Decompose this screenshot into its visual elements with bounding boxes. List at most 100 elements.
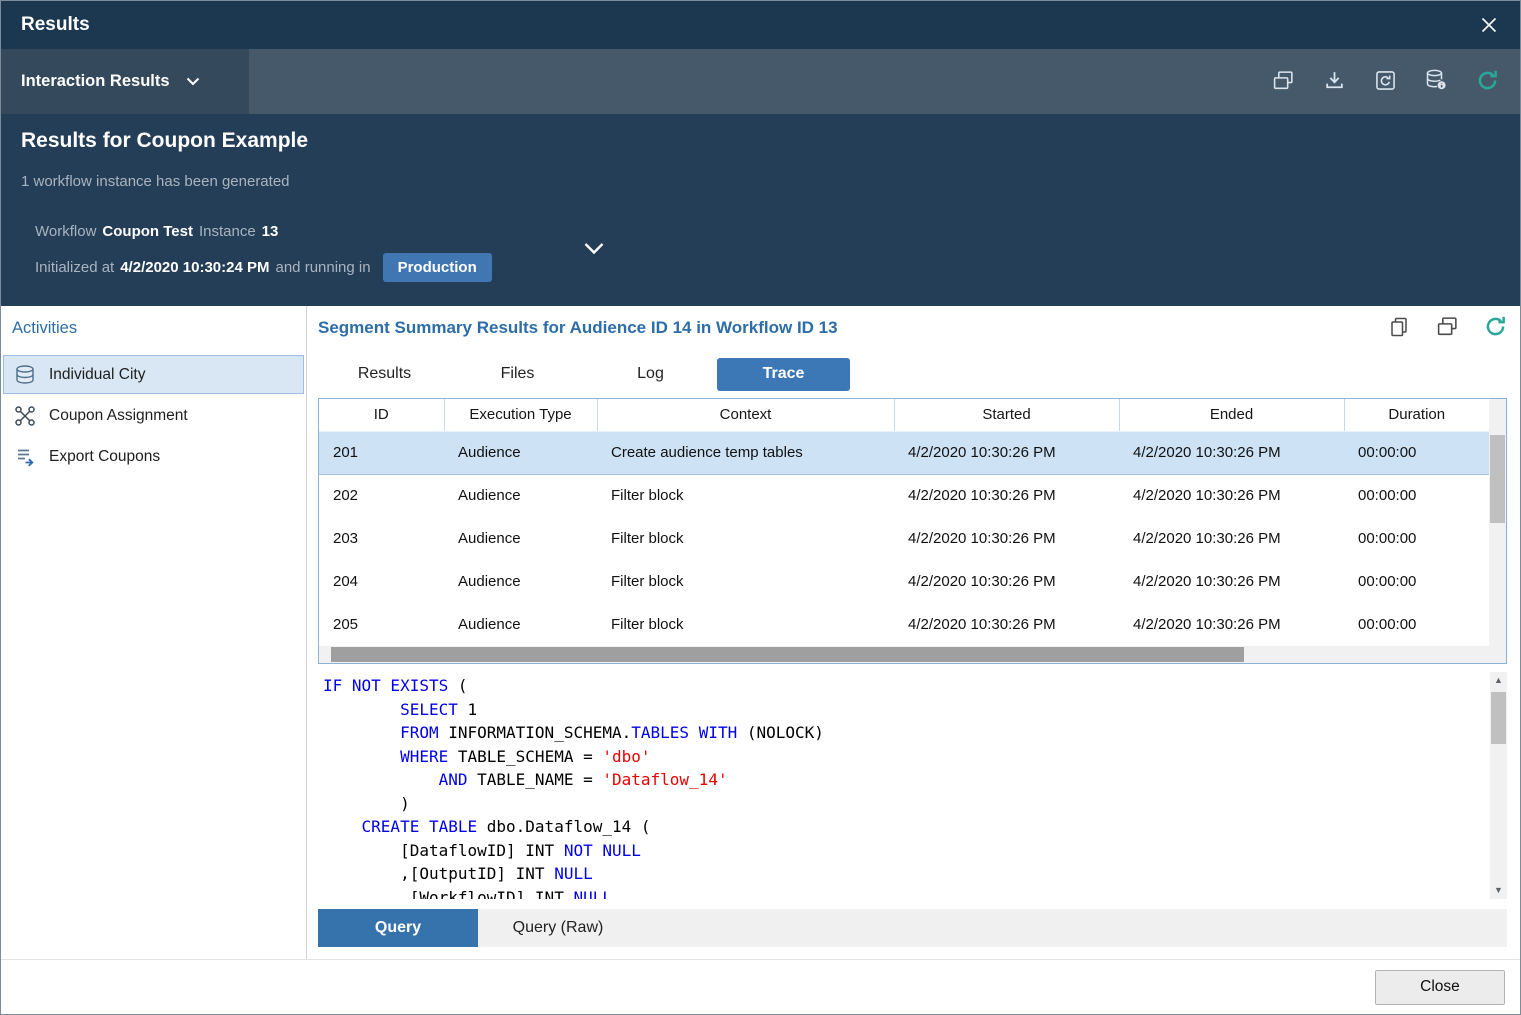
- sidebar-item-label: Export Coupons: [49, 448, 160, 466]
- table-cell: Audience: [444, 431, 597, 474]
- cascade-windows-button[interactable]: [1270, 69, 1296, 95]
- table-cell: 204: [319, 560, 444, 603]
- download-icon: [1323, 69, 1346, 95]
- column-header[interactable]: Execution Type: [444, 399, 597, 431]
- interaction-results-dropdown[interactable]: Interaction Results: [1, 49, 249, 114]
- database-info-icon: [1424, 68, 1448, 95]
- column-header[interactable]: Duration: [1344, 399, 1489, 431]
- cascade-windows-button[interactable]: [1435, 316, 1459, 340]
- tab-results[interactable]: Results: [318, 358, 451, 391]
- scroll-up-arrow-icon[interactable]: ▲: [1494, 672, 1503, 689]
- window-title: Results: [21, 14, 90, 36]
- titlebar: Results: [1, 1, 1520, 49]
- running-label: and running in: [276, 259, 371, 276]
- table-cell: 00:00:00: [1344, 517, 1489, 560]
- sql-line: ): [323, 792, 1490, 816]
- table-cell: 00:00:00: [1344, 560, 1489, 603]
- sql-line: ,[WorkflowID] INT NULL: [323, 886, 1490, 900]
- workflow-name: Coupon Test: [102, 223, 193, 240]
- table-row[interactable]: 204AudienceFilter block4/2/2020 10:30:26…: [319, 560, 1489, 603]
- results-dialog: Results Interaction Results: [0, 0, 1521, 1015]
- auto-refresh-button[interactable]: [1372, 69, 1398, 95]
- table-row[interactable]: 201AudienceCreate audience temp tables4/…: [319, 431, 1489, 474]
- sql-line: AND TABLE_NAME = 'Dataflow_14': [323, 768, 1490, 792]
- table-cell: 4/2/2020 10:30:26 PM: [894, 603, 1119, 646]
- table-cell: 205: [319, 603, 444, 646]
- table-row[interactable]: 205AudienceFilter block4/2/2020 10:30:26…: [319, 603, 1489, 646]
- table-cell: Filter block: [597, 603, 894, 646]
- scrollbar-thumb[interactable]: [1491, 692, 1506, 744]
- copy-button[interactable]: [1387, 316, 1411, 340]
- column-header[interactable]: Started: [894, 399, 1119, 431]
- close-icon[interactable]: [1474, 10, 1504, 40]
- column-header[interactable]: Ended: [1119, 399, 1344, 431]
- scroll-down-arrow-icon[interactable]: ▼: [1494, 882, 1503, 899]
- segment-icon-group: [1387, 316, 1507, 340]
- table-cell: 4/2/2020 10:30:26 PM: [1119, 603, 1344, 646]
- copy-icon: [1389, 316, 1409, 341]
- sql-line: IF NOT EXISTS (: [323, 674, 1490, 698]
- node-network-icon: [13, 404, 37, 428]
- workflow-line: Workflow Coupon Test Instance 13: [21, 221, 1500, 241]
- table-cell: 203: [319, 517, 444, 560]
- workflow-label: Workflow: [35, 223, 96, 240]
- table-cell: 4/2/2020 10:30:26 PM: [894, 560, 1119, 603]
- tab-files[interactable]: Files: [451, 358, 584, 391]
- sql-line: WHERE TABLE_SCHEMA = 'dbo': [323, 745, 1490, 769]
- table-cell: 4/2/2020 10:30:26 PM: [894, 474, 1119, 517]
- tab-trace[interactable]: Trace: [717, 358, 850, 391]
- instance-label: Instance: [199, 223, 256, 240]
- instance-number: 13: [262, 223, 279, 240]
- results-title: Results for Coupon Example: [21, 129, 1500, 153]
- table-row[interactable]: 202AudienceFilter block4/2/2020 10:30:26…: [319, 474, 1489, 517]
- table-row[interactable]: 203AudienceFilter block4/2/2020 10:30:26…: [319, 517, 1489, 560]
- tab-log[interactable]: Log: [584, 358, 717, 391]
- table-cell: 4/2/2020 10:30:26 PM: [1119, 560, 1344, 603]
- initialized-time: 4/2/2020 10:30:24 PM: [120, 259, 269, 276]
- table-cell: Create audience temp tables: [597, 431, 894, 474]
- refresh-icon: [1483, 314, 1508, 342]
- scrollbar-thumb[interactable]: [1490, 435, 1505, 523]
- table-cell: 4/2/2020 10:30:26 PM: [894, 517, 1119, 560]
- segment-summary-title: Segment Summary Results for Audience ID …: [318, 318, 838, 338]
- cascade-windows-icon: [1436, 315, 1459, 341]
- scrollbar-thumb[interactable]: [331, 647, 1244, 662]
- sql-line: [DataflowID] INT NOT NULL: [323, 839, 1490, 863]
- table-cell: 201: [319, 431, 444, 474]
- sql-vertical-scrollbar[interactable]: ▲ ▼: [1490, 672, 1507, 899]
- column-header[interactable]: Context: [597, 399, 894, 431]
- database-info-button[interactable]: [1423, 69, 1449, 95]
- table-cell: 4/2/2020 10:30:26 PM: [894, 431, 1119, 474]
- refresh-button[interactable]: [1474, 69, 1500, 95]
- trace-table: IDExecution TypeContextStartedEndedDurat…: [318, 398, 1507, 664]
- export-list-icon: [13, 445, 37, 469]
- initialized-label: Initialized at: [35, 259, 114, 276]
- table-cell: 00:00:00: [1344, 603, 1489, 646]
- close-button[interactable]: Close: [1375, 970, 1505, 1005]
- sidebar-item-individual-city[interactable]: Individual City: [3, 355, 304, 394]
- table-cell: 202: [319, 474, 444, 517]
- sidebar-item-coupon-assignment[interactable]: Coupon Assignment: [3, 396, 304, 435]
- sidebar-item-export-coupons[interactable]: Export Coupons: [3, 437, 304, 476]
- tab-query[interactable]: Query: [318, 909, 478, 947]
- results-tab-bar: Results Files Log Trace: [318, 350, 1507, 398]
- table-horizontal-scrollbar[interactable]: [319, 646, 1489, 663]
- table-cell: 4/2/2020 10:30:26 PM: [1119, 474, 1344, 517]
- collapse-details-button[interactable]: [583, 242, 605, 258]
- table-cell: Filter block: [597, 517, 894, 560]
- results-subtitle: 1 workflow instance has been generated: [21, 173, 1500, 190]
- column-header[interactable]: ID: [319, 399, 444, 431]
- activities-sidebar: Activities Individual City: [1, 306, 307, 959]
- table-cell: 4/2/2020 10:30:26 PM: [1119, 431, 1344, 474]
- sql-line: FROM INFORMATION_SCHEMA.TABLES WITH (NOL…: [323, 721, 1490, 745]
- tab-query-raw[interactable]: Query (Raw): [478, 909, 638, 947]
- table-vertical-scrollbar[interactable]: [1489, 399, 1506, 663]
- main-panel: Segment Summary Results for Audience ID …: [307, 306, 1520, 959]
- table-cell: 00:00:00: [1344, 474, 1489, 517]
- activities-heading: Activities: [1, 317, 306, 355]
- query-tab-bar: Query Query (Raw): [318, 909, 1507, 947]
- refresh-button[interactable]: [1483, 316, 1507, 340]
- content-area: Activities Individual City: [1, 306, 1520, 959]
- download-button[interactable]: [1321, 69, 1347, 95]
- environment-badge: Production: [383, 253, 492, 282]
